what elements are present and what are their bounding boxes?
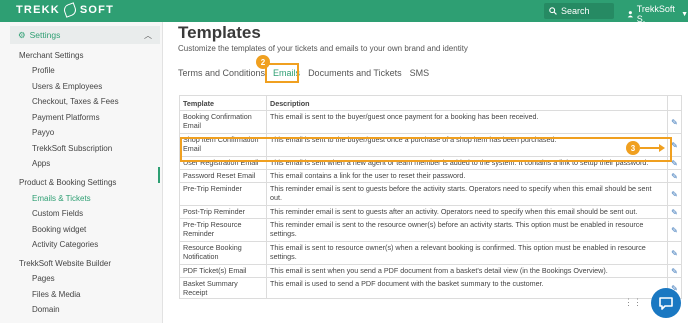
table-row: Booking Confirmation Email This email is… bbox=[179, 110, 682, 134]
table-row: Resource Booking Notification This email… bbox=[179, 241, 682, 265]
tab-sms[interactable]: SMS bbox=[410, 68, 430, 78]
sidebar-item-payyo[interactable]: Payyo bbox=[32, 128, 54, 137]
trekksoft-logo[interactable]: TREKK SOFT bbox=[16, 2, 115, 18]
step-badge-3: 3 bbox=[626, 141, 640, 155]
pencil-icon[interactable]: ✎ bbox=[671, 208, 678, 217]
sidebar-item-files-media[interactable]: Files & Media bbox=[32, 290, 80, 299]
table-row: Password Reset Email This email contains… bbox=[179, 169, 682, 183]
user-name: TrekkSoft S. bbox=[636, 4, 675, 24]
sidebar-group-website-builder[interactable]: TrekkSoft Website Builder bbox=[19, 259, 111, 268]
main-content: Templates Customize the templates of you… bbox=[163, 22, 688, 323]
sidebar-item-pages[interactable]: Pages bbox=[32, 274, 55, 283]
table-row: PDF Ticket(s) Email This email is sent w… bbox=[179, 264, 682, 278]
pencil-icon[interactable]: ✎ bbox=[671, 118, 678, 127]
sidebar-item-subscription[interactable]: TrekkSoft Subscription bbox=[32, 144, 112, 153]
edit-cell: ✎ bbox=[667, 218, 682, 242]
sidebar-group-merchant[interactable]: Merchant Settings bbox=[19, 51, 83, 60]
drag-handle-icon[interactable]: ⋮⋮ bbox=[624, 297, 642, 308]
sidebar-settings-label: Settings bbox=[29, 30, 61, 40]
template-description: This reminder email is sent to guests be… bbox=[266, 182, 668, 206]
template-description: This email is sent to resource owner(s) … bbox=[266, 241, 668, 265]
pencil-icon[interactable]: ✎ bbox=[671, 226, 678, 235]
template-description: This email is used to send a PDF documen… bbox=[266, 277, 668, 299]
table-row: Pre-Trip Resource Reminder This reminder… bbox=[179, 218, 682, 242]
edit-cell: ✎ bbox=[667, 241, 682, 265]
search-label: Search bbox=[561, 6, 590, 16]
chat-icon bbox=[659, 297, 673, 310]
chevron-down-icon: ▼ bbox=[681, 10, 688, 18]
template-description: This email contains a link for the user … bbox=[266, 169, 668, 183]
shop-item-row-highlight bbox=[180, 137, 672, 162]
sidebar: ⚙ Settings ︿ Merchant Settings Profile U… bbox=[0, 22, 163, 323]
column-header-actions bbox=[667, 95, 682, 111]
template-name: Basket Summary Receipt bbox=[179, 277, 267, 299]
edit-cell: ✎ bbox=[667, 169, 682, 183]
edit-cell: ✎ bbox=[667, 110, 682, 134]
step-badge-2: 2 bbox=[256, 55, 270, 69]
logo-mark-icon bbox=[62, 2, 78, 18]
template-name: Resource Booking Notification bbox=[179, 241, 267, 265]
pencil-icon[interactable]: ✎ bbox=[671, 141, 678, 150]
tab-documents-tickets[interactable]: Documents and Tickets bbox=[308, 68, 402, 78]
annotation-arrow-head bbox=[659, 144, 665, 152]
chat-button[interactable] bbox=[651, 288, 681, 318]
gear-icon: ⚙ bbox=[18, 29, 26, 40]
pencil-icon[interactable]: ✎ bbox=[671, 190, 678, 199]
logo-text-left: TREKK bbox=[16, 4, 60, 16]
sidebar-item-custom-fields[interactable]: Custom Fields bbox=[32, 209, 83, 218]
table-row: Pre-Trip Reminder This reminder email is… bbox=[179, 182, 682, 206]
tab-terms-conditions[interactable]: Terms and Conditions bbox=[178, 68, 265, 78]
template-name: PDF Ticket(s) Email bbox=[179, 264, 267, 278]
pencil-icon[interactable]: ✎ bbox=[671, 249, 678, 258]
user-menu[interactable]: TrekkSoft S. ▼ bbox=[627, 4, 688, 24]
sidebar-active-indicator bbox=[158, 167, 160, 183]
template-name: Pre-Trip Resource Reminder bbox=[179, 218, 267, 242]
sidebar-item-booking-widget[interactable]: Booking widget bbox=[32, 225, 86, 234]
sidebar-item-domain[interactable]: Domain bbox=[32, 305, 60, 314]
sidebar-item-checkout[interactable]: Checkout, Taxes & Fees bbox=[32, 97, 119, 106]
sidebar-item-users-employees[interactable]: Users & Employees bbox=[32, 82, 102, 91]
template-description: This reminder email is sent to guests af… bbox=[266, 205, 668, 219]
emails-tab-highlight bbox=[265, 63, 299, 83]
edit-cell: ✎ bbox=[667, 205, 682, 219]
sidebar-item-payment-platforms[interactable]: Payment Platforms bbox=[32, 113, 100, 122]
table-header-row: Template Description bbox=[179, 95, 682, 111]
template-description: This email is sent to the buyer/guest on… bbox=[266, 110, 668, 134]
template-name: Password Reset Email bbox=[179, 169, 267, 183]
search-input[interactable]: Search bbox=[544, 3, 614, 19]
table-row: Post-Trip Reminder This reminder email i… bbox=[179, 205, 682, 219]
sidebar-item-profile[interactable]: Profile bbox=[32, 66, 55, 75]
page-subtitle: Customize the templates of your tickets … bbox=[178, 44, 468, 53]
pencil-icon[interactable]: ✎ bbox=[671, 267, 678, 276]
template-name: Post-Trip Reminder bbox=[179, 205, 267, 219]
template-name: Booking Confirmation Email bbox=[179, 110, 267, 134]
sidebar-settings[interactable]: ⚙ Settings ︿ bbox=[10, 26, 160, 44]
sidebar-item-emails-tickets[interactable]: Emails & Tickets bbox=[32, 194, 91, 203]
chevron-up-icon: ︿ bbox=[144, 31, 152, 40]
sidebar-item-activity-categories[interactable]: Activity Categories bbox=[32, 240, 98, 249]
edit-cell: ✎ bbox=[667, 264, 682, 278]
logo-text-right: SOFT bbox=[79, 4, 115, 16]
pencil-icon[interactable]: ✎ bbox=[671, 172, 678, 181]
tab-bar: Terms and Conditions Emails Documents an… bbox=[178, 68, 437, 78]
user-icon bbox=[627, 11, 634, 18]
sidebar-item-apps[interactable]: Apps bbox=[32, 159, 50, 168]
search-icon bbox=[549, 7, 557, 15]
column-header-template: Template bbox=[179, 95, 267, 111]
templates-table: Template Description Booking Confirmatio… bbox=[179, 95, 682, 299]
template-name: Pre-Trip Reminder bbox=[179, 182, 267, 206]
pencil-icon[interactable]: ✎ bbox=[671, 159, 678, 168]
column-header-description: Description bbox=[266, 95, 668, 111]
template-description: This email is sent when you send a PDF d… bbox=[266, 264, 668, 278]
sidebar-group-product-booking[interactable]: Product & Booking Settings bbox=[19, 178, 116, 187]
page-title: Templates bbox=[178, 23, 261, 42]
table-row: Basket Summary Receipt This email is use… bbox=[179, 277, 682, 299]
template-description: This reminder email is sent to the resou… bbox=[266, 218, 668, 242]
top-bar: TREKK SOFT Search TrekkSoft S. ▼ bbox=[0, 0, 688, 24]
edit-cell: ✎ bbox=[667, 182, 682, 206]
